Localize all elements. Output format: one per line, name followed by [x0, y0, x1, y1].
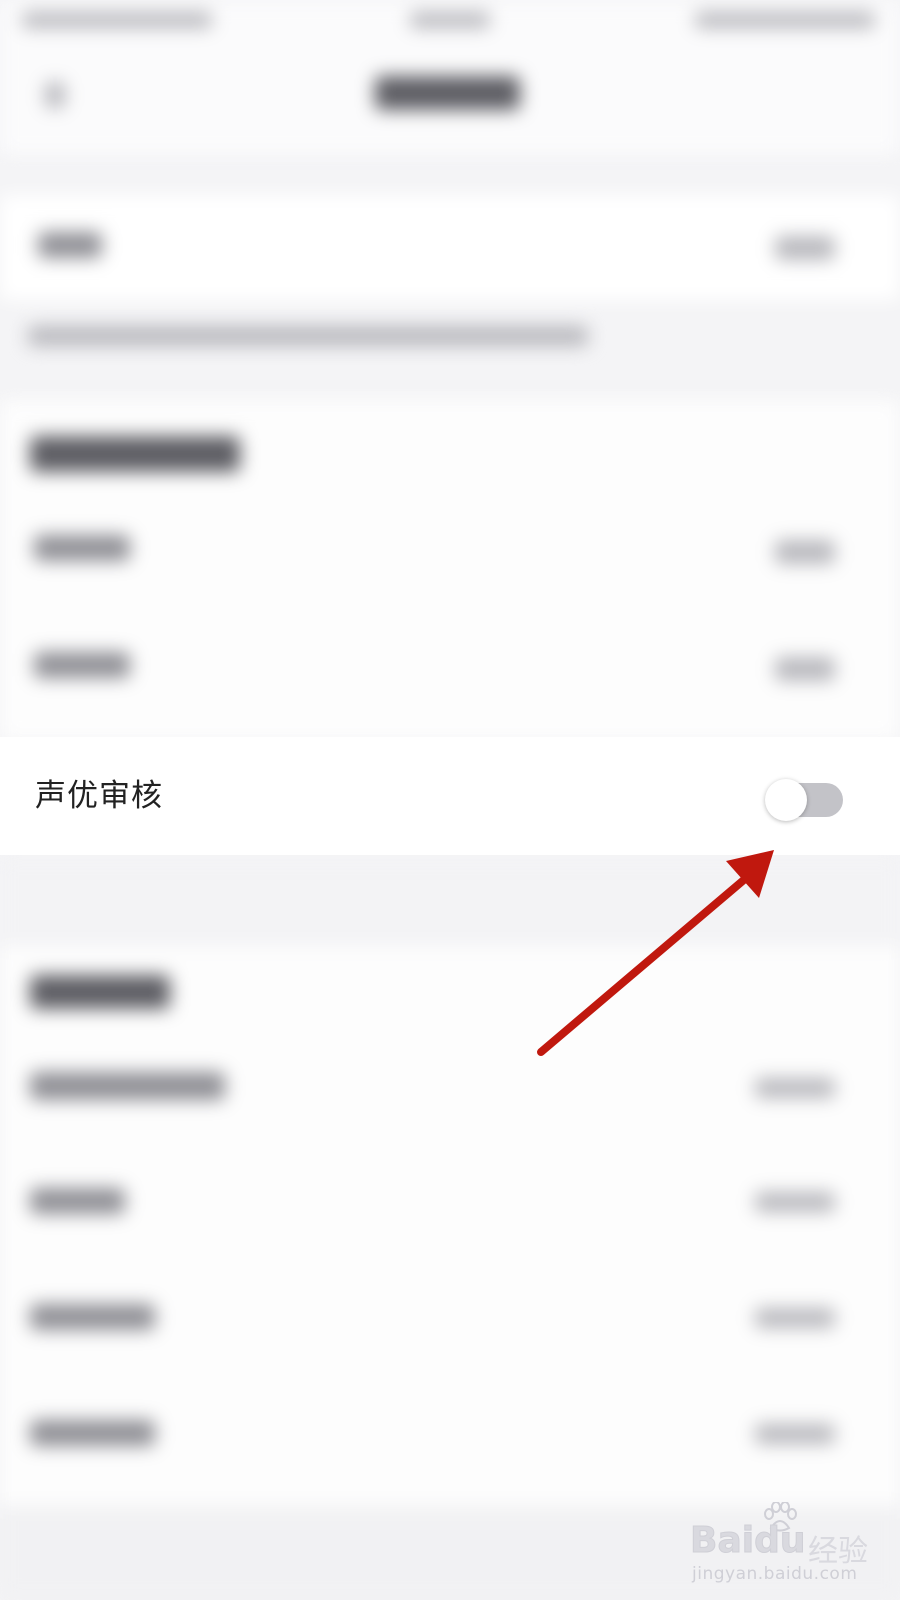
status-bar-right-blur: [695, 12, 875, 28]
row-label-blur: [34, 652, 130, 678]
watermark-url: jingyan.baidu.com: [692, 1564, 858, 1584]
status-bar-left-blur: [22, 12, 212, 28]
row-label-blur: [30, 1304, 155, 1330]
page-title-blur: [375, 76, 520, 110]
watermark-brand-latin: Baidu: [689, 1520, 806, 1562]
row-value-blur: [755, 1078, 835, 1098]
row-label-blur: [30, 1420, 155, 1446]
row-value-blur: [755, 1424, 835, 1444]
row-label-blur: [34, 535, 130, 561]
voice-review-label: 声优审核: [35, 778, 163, 814]
status-bar: [0, 0, 900, 60]
row-value-blur: [775, 657, 835, 681]
section-title-blur: [30, 436, 240, 472]
hint-text-blur: [28, 326, 588, 346]
row-value-blur: [755, 1308, 835, 1328]
status-bar-time-blur: [410, 12, 490, 28]
row-label-blur: [30, 1188, 125, 1214]
card-top: [0, 195, 900, 300]
row-label-blur: [38, 232, 102, 258]
settings-screen: 声优审核 Baidu 经验 jingyan.baidu.com: [0, 0, 900, 1600]
section-title-blur: [30, 975, 170, 1009]
voice-review-toggle[interactable]: [765, 779, 843, 821]
toggle-knob: [765, 779, 807, 821]
baidu-jingyan-watermark: Baidu 经验 jingyan.baidu.com: [688, 1500, 888, 1590]
section-gap: [0, 856, 900, 946]
row-value-blur: [775, 540, 835, 564]
row-value-blur: [775, 236, 835, 260]
row-label-blur: [30, 1072, 225, 1100]
back-icon[interactable]: [45, 82, 65, 108]
row-value-blur: [755, 1192, 835, 1212]
